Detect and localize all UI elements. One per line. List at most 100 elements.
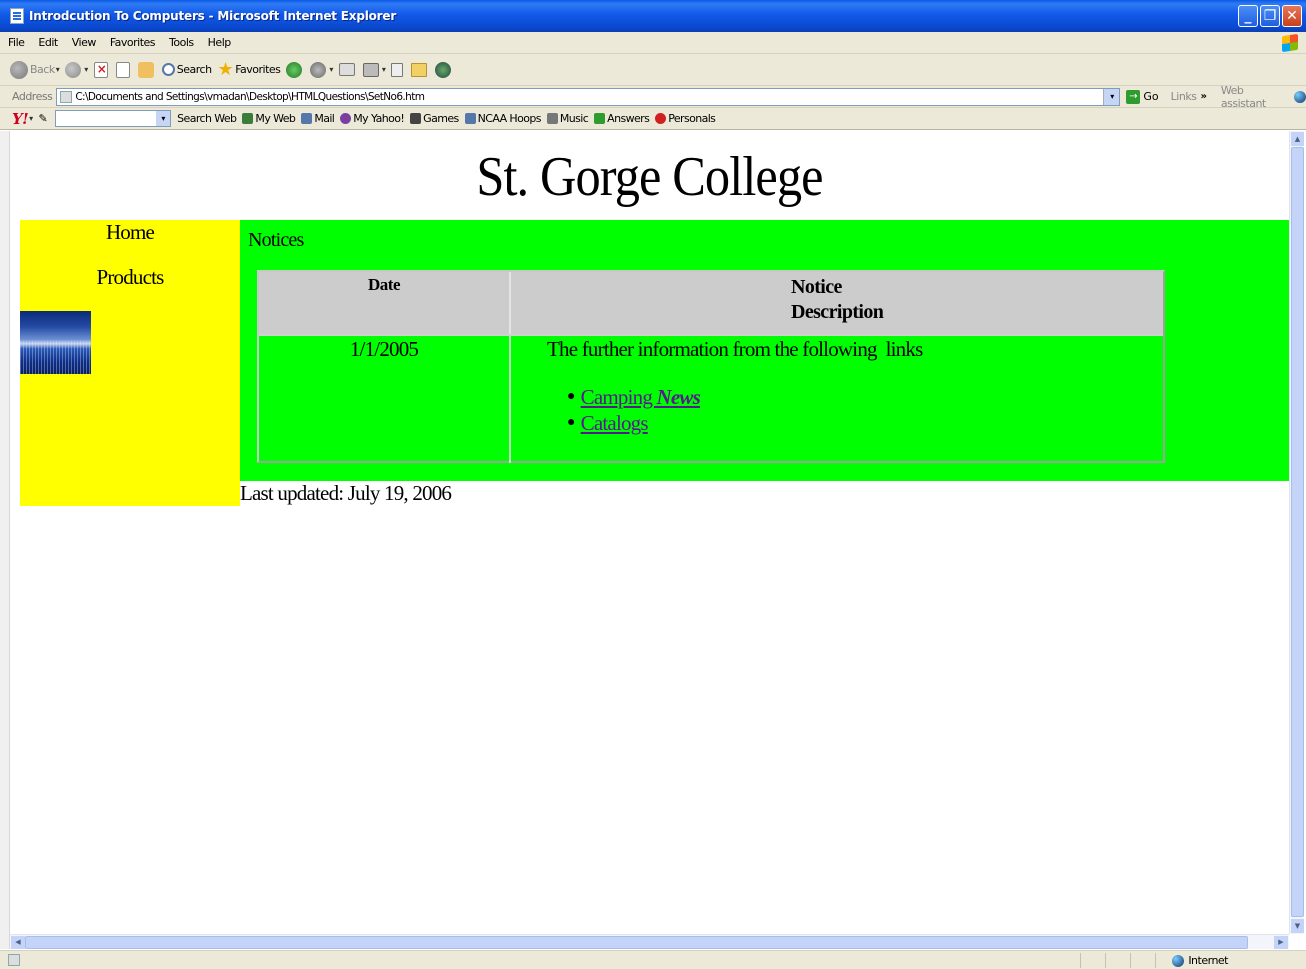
- back-dropdown-icon[interactable]: ▾: [56, 65, 60, 74]
- list-item: ● Camping News: [567, 384, 701, 410]
- messenger-button[interactable]: [435, 61, 453, 78]
- answers-icon: [594, 113, 606, 124]
- refresh-button[interactable]: [115, 61, 132, 78]
- standard-toolbar: Back ▾ ▾ Search ★ Favorites ▾ ▾: [0, 54, 1306, 86]
- bullet-icon: ●: [567, 389, 575, 404]
- yahoo-toolbar-item-personals[interactable]: Personals: [655, 112, 716, 125]
- folder-button[interactable]: [411, 62, 429, 77]
- yahoo-search-dropdown-icon[interactable]: ▾: [156, 111, 171, 126]
- menu-help[interactable]: Help: [200, 36, 237, 49]
- favorites-button[interactable]: ★ Favorites: [218, 59, 281, 80]
- back-button[interactable]: Back ▾: [10, 60, 60, 79]
- edit-button[interactable]: [391, 62, 405, 77]
- scroll-down-icon[interactable]: ▼: [1291, 919, 1304, 933]
- forward-button[interactable]: ▾: [65, 61, 88, 78]
- yahoo-item-label: My Web: [255, 112, 296, 125]
- scroll-right-icon[interactable]: ▶: [1274, 936, 1288, 949]
- go-button[interactable]: → Go: [1126, 89, 1159, 104]
- nav-link-products[interactable]: Products: [20, 265, 240, 290]
- history-icon: [310, 61, 327, 78]
- mail-button[interactable]: [338, 63, 357, 76]
- links-button[interactable]: Links: [1171, 90, 1197, 103]
- horizontal-scroll-thumb[interactable]: [25, 936, 1248, 949]
- menu-view[interactable]: View: [64, 36, 102, 49]
- web-assistant-button[interactable]: Web assistant: [1221, 84, 1290, 110]
- history-dropdown-icon[interactable]: ▾: [329, 65, 333, 74]
- home-button[interactable]: [137, 61, 156, 78]
- notices-table: Date Notice Description 1/1/2005 The fur…: [257, 270, 1165, 463]
- globe-icon[interactable]: [1294, 90, 1306, 103]
- scroll-left-icon[interactable]: ◀: [11, 936, 25, 949]
- print-icon: [362, 62, 379, 77]
- yahoo-item-label: Games: [423, 112, 459, 125]
- yahoo-toolbar-item-mail[interactable]: Mail: [301, 112, 335, 125]
- table-row: 1/1/2005 The further information from th…: [259, 334, 1163, 463]
- yahoo-item-label: Answers: [607, 112, 650, 125]
- mail-icon: [301, 113, 313, 124]
- horizontal-scrollbar[interactable]: ◀ ▶: [10, 934, 1289, 949]
- notice-links-list: ● Camping News ● Catalogs: [567, 384, 701, 436]
- forward-arrow-icon: [65, 61, 82, 78]
- notice-description-cell: The further information from the followi…: [513, 336, 1163, 463]
- address-bar: Address C:\Documents and Settings\vmadan…: [0, 84, 1306, 110]
- link-news-emphasis: News: [656, 385, 701, 409]
- search-label: Search: [176, 63, 212, 76]
- yahoo-toolbar-item-games[interactable]: Games: [410, 112, 459, 125]
- stop-button[interactable]: [93, 61, 110, 78]
- menu-tools[interactable]: Tools: [161, 36, 200, 49]
- vertical-scrollbar[interactable]: ▲ ▼: [1289, 131, 1304, 934]
- pencil-icon[interactable]: ✎: [39, 112, 48, 125]
- internet-globe-icon: [1172, 954, 1185, 967]
- close-button[interactable]: ✕: [1282, 5, 1302, 27]
- refresh-icon: [115, 61, 130, 78]
- media-button[interactable]: [286, 61, 304, 78]
- scroll-up-icon[interactable]: ▲: [1291, 132, 1304, 146]
- notice-description: The further information from the followi…: [547, 337, 923, 361]
- yahoo-toolbar-item-my-yahoo[interactable]: My Yahoo!: [340, 112, 405, 125]
- restore-button[interactable]: ❐: [1260, 5, 1280, 27]
- zone-label: Internet: [1188, 954, 1228, 967]
- status-pane: [1105, 953, 1106, 968]
- print-dropdown-icon[interactable]: ▾: [382, 65, 386, 74]
- notices-panel: Notices Date Notice Description 1/1/2005…: [240, 220, 1289, 481]
- status-bar: Internet: [0, 950, 1306, 969]
- yahoo-search-input[interactable]: ▾: [55, 110, 172, 127]
- link-camping-news[interactable]: Camping News: [581, 384, 701, 410]
- address-input[interactable]: C:\Documents and Settings\vmadan\Desktop…: [56, 87, 1121, 106]
- favorites-star-icon: ★: [217, 59, 234, 80]
- address-url: C:\Documents and Settings\vmadan\Desktop…: [75, 90, 425, 103]
- vertical-scroll-thumb[interactable]: [1291, 147, 1304, 917]
- yahoo-logo-icon[interactable]: Y!: [12, 110, 29, 128]
- status-page-icon: [8, 954, 20, 966]
- page-title: St. Gorge College: [476, 146, 823, 208]
- menu-bar: File Edit View Favorites Tools Help: [0, 32, 1306, 54]
- print-button[interactable]: ▾: [362, 62, 386, 77]
- title-bar: Introdcution To Computers - Microsoft In…: [0, 0, 1306, 32]
- status-pane: [1080, 953, 1081, 968]
- link-catalogs[interactable]: Catalogs: [581, 410, 649, 436]
- window-controls: _ ❐ ✕: [1238, 5, 1302, 27]
- history-button[interactable]: ▾: [310, 61, 333, 78]
- minimize-button[interactable]: _: [1238, 5, 1258, 27]
- yahoo-dropdown-icon[interactable]: ▾: [29, 114, 33, 123]
- yahoo-toolbar-item-answers[interactable]: Answers: [594, 112, 650, 125]
- yahoo-toolbar-item-ncaa-hoops[interactable]: NCAA Hoops: [464, 112, 541, 125]
- yahoo-toolbar-item-my-web[interactable]: My Web: [242, 112, 296, 125]
- mail-icon: [338, 63, 355, 76]
- nav-link-home[interactable]: Home: [20, 220, 240, 245]
- yahoo-item-label: Music: [559, 112, 589, 125]
- my-web-icon: [242, 113, 254, 124]
- links-chevron-icon[interactable]: »: [1200, 91, 1206, 102]
- my-yahoo-icon: [340, 113, 352, 124]
- go-label: Go: [1143, 90, 1159, 103]
- yahoo-toolbar-item-music[interactable]: Music: [546, 112, 589, 125]
- menu-edit[interactable]: Edit: [30, 36, 63, 49]
- search-button[interactable]: Search: [161, 63, 212, 76]
- forward-dropdown-icon[interactable]: ▾: [84, 65, 88, 74]
- page-icon: [60, 90, 73, 103]
- ncaa-hoops-icon: [464, 113, 476, 124]
- search-web-button[interactable]: Search Web: [177, 112, 237, 125]
- menu-favorites[interactable]: Favorites: [102, 36, 161, 49]
- menu-file[interactable]: File: [0, 36, 30, 49]
- address-dropdown-icon[interactable]: ▾: [1103, 88, 1120, 105]
